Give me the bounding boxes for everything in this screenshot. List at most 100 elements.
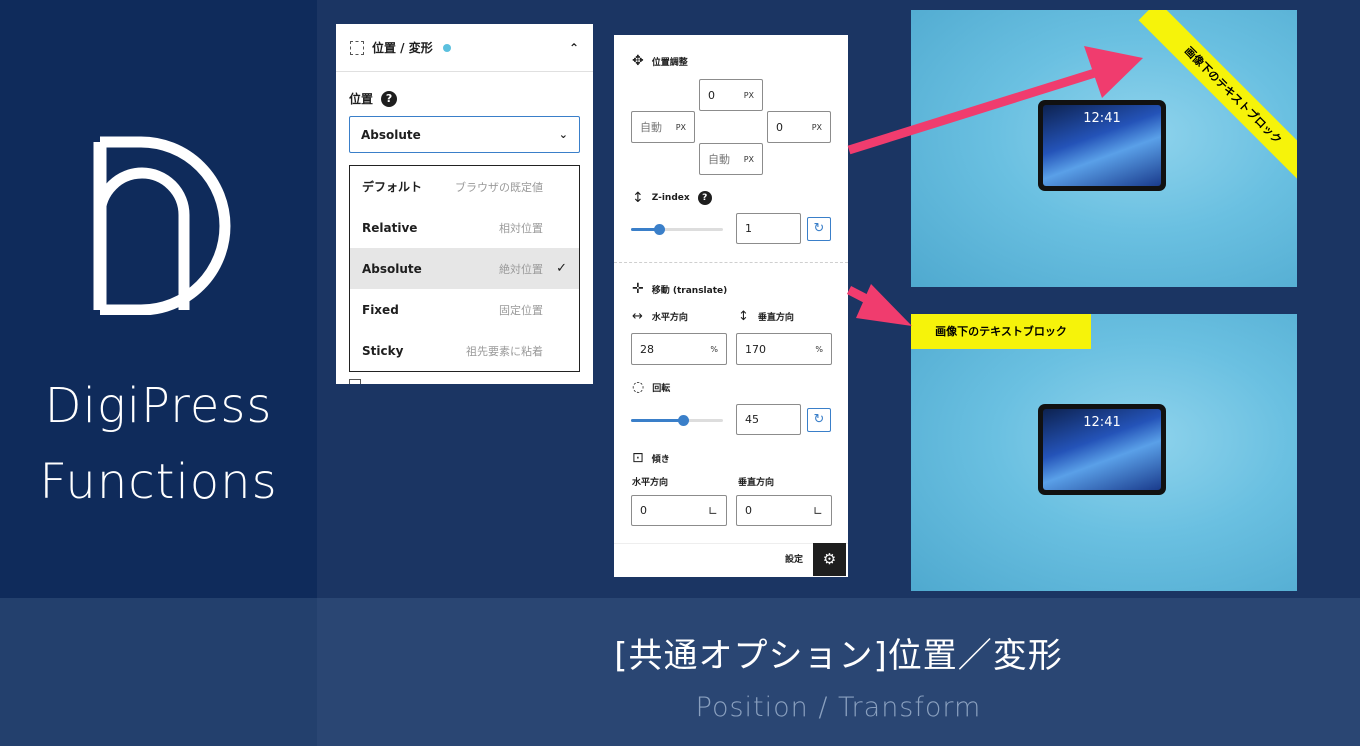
option-label: デフォルト <box>362 180 423 194</box>
rotate-slider[interactable] <box>631 415 723 426</box>
section-divider <box>614 262 848 263</box>
chevron-down-icon: ⌄ <box>558 128 568 141</box>
translate-x-input[interactable]: 28 % <box>631 333 727 365</box>
option-desc: 相対位置 <box>499 221 543 235</box>
translate-horizontal-label: ↔ 水平方向 <box>632 309 688 324</box>
angle-icon: ∟ <box>812 503 823 518</box>
unit-label: PX <box>675 122 686 132</box>
brand-line-2: Functions <box>39 454 278 510</box>
tablet-clock: 12:41 <box>1083 111 1121 126</box>
caption-subtitle: Position / Transform <box>695 692 982 723</box>
vertical-arrows-icon: ↕ <box>632 190 644 206</box>
dotted-square-icon <box>350 40 364 55</box>
position-adjust-label: 位置調整 <box>651 57 688 68</box>
position-bottom-input[interactable]: 自動 PX <box>699 143 763 175</box>
preview-rotated: 12:41 画像下のテキストブロック <box>911 10 1297 287</box>
skew-horizontal-label: 水平方向 <box>632 478 669 488</box>
skew-y-input[interactable]: 0 ∟ <box>736 495 832 526</box>
rotate-value: 45 <box>745 413 759 426</box>
option-desc: ブラウザの既定値 <box>455 180 543 194</box>
position-label-text: 位置 <box>349 92 374 106</box>
vertical-arrows-icon: ↕ <box>738 309 749 324</box>
check-icon: ✓ <box>556 261 567 276</box>
option-relative[interactable]: Relative 相対位置 <box>350 207 579 248</box>
zindex-input[interactable]: 1 <box>736 213 801 244</box>
settings-label[interactable]: 設定 <box>785 552 803 565</box>
translate-x-value: 28 <box>640 342 654 356</box>
position-right-input[interactable]: 0 PX <box>767 111 831 143</box>
option-default[interactable]: デフォルト ブラウザの既定値 <box>350 166 579 207</box>
rotate-reset-button[interactable]: ↻ <box>807 408 831 432</box>
translate-title: ✛ 移動 (translate) <box>632 281 727 297</box>
zindex-reset-button[interactable]: ↻ <box>807 217 831 241</box>
position-bottom-value: 自動 <box>708 153 730 166</box>
tablet-clock: 12:41 <box>1083 415 1121 430</box>
brand-title: DigiPress Functions <box>0 368 317 520</box>
help-icon[interactable]: ? <box>697 191 712 205</box>
checkbox-icon <box>349 379 361 384</box>
move-cross-icon: ✛ <box>632 281 644 297</box>
position-dropdown: デフォルト ブラウザの既定値 Relative 相対位置 Absolute 絶対… <box>349 165 580 372</box>
position-top-value: 0 <box>708 88 715 102</box>
gear-icon[interactable]: ⚙ <box>813 543 846 576</box>
skew-icon: ⊡ <box>632 450 644 466</box>
option-label: Sticky <box>362 343 404 358</box>
skew-x-input[interactable]: 0 ∟ <box>631 495 727 526</box>
slider-fill <box>631 419 683 422</box>
translate-vertical-text: 垂直方向 <box>757 313 794 323</box>
brand-panel: DigiPress Functions <box>0 0 317 598</box>
tablet-screen: 12:41 <box>1043 105 1161 186</box>
text-block-tag: 画像下のテキストブロック <box>911 314 1091 349</box>
translate-horizontal-text: 水平方向 <box>651 313 688 323</box>
option-desc: 絶対位置 <box>499 262 543 276</box>
rotate-icon: ◌ <box>632 379 645 395</box>
position-select[interactable]: Absolute ⌄ <box>349 116 580 153</box>
zindex-value: 1 <box>745 222 752 235</box>
tablet-image: 12:41 <box>1038 404 1166 495</box>
translate-y-input[interactable]: 170 % <box>736 333 832 365</box>
caption-title: [共通オプション]位置／変形 <box>614 636 1063 676</box>
option-fixed[interactable]: Fixed 固定位置 <box>350 289 579 330</box>
translate-label: 移動 (translate) <box>651 285 728 296</box>
unit-label: % <box>815 344 823 354</box>
rotate-title: ◌ 回転 <box>632 379 670 395</box>
position-left-input[interactable]: 自動 PX <box>631 111 695 143</box>
horizontal-arrows-icon: ↔ <box>632 309 643 324</box>
panel-title: 位置 / 変形 <box>372 41 433 55</box>
unit-label: PX <box>811 122 822 132</box>
position-top-input[interactable]: 0 PX <box>699 79 763 111</box>
move-arrows-icon: ✥ <box>632 53 644 69</box>
caption-bar: [共通オプション]位置／変形 Position / Transform <box>0 598 1360 746</box>
unit-label: PX <box>743 154 754 164</box>
status-dot <box>442 43 451 52</box>
brand-line-1: DigiPress <box>44 378 273 434</box>
tablet-image: 12:41 <box>1038 100 1166 191</box>
option-label: Fixed <box>362 302 399 317</box>
position-label: 位置 ? <box>349 90 398 107</box>
transform-panel: ✥ 位置調整 0 PX 自動 PX 0 PX 自動 PX ↕ Z-index ?… <box>614 35 848 577</box>
preview-translated: 画像下のテキストブロック 12:41 <box>911 314 1297 591</box>
position-left-value: 自動 <box>640 121 662 134</box>
slider-thumb[interactable] <box>653 224 665 235</box>
slider-thumb[interactable] <box>677 415 689 426</box>
panel-header[interactable]: 位置 / 変形 ⌃ <box>336 24 593 72</box>
skew-label: 傾き <box>651 454 670 465</box>
tablet-screen: 12:41 <box>1043 409 1161 490</box>
translate-vertical-label: ↕ 垂直方向 <box>738 309 794 324</box>
skew-x-value: 0 <box>640 504 647 517</box>
zindex-slider[interactable] <box>631 224 723 235</box>
skew-y-value: 0 <box>745 504 752 517</box>
rotate-input[interactable]: 45 <box>736 404 801 435</box>
option-sticky[interactable]: Sticky 祖先要素に粘着 <box>350 330 579 371</box>
translate-y-value: 170 <box>745 342 766 356</box>
rotate-label: 回転 <box>652 383 671 394</box>
option-desc: 固定位置 <box>499 303 543 317</box>
option-absolute[interactable]: Absolute 絶対位置 ✓ <box>350 248 579 289</box>
help-icon[interactable]: ? <box>381 90 398 107</box>
unit-label: PX <box>743 90 754 100</box>
position-right-value: 0 <box>776 120 783 134</box>
zindex-label: Z-index <box>651 193 690 203</box>
chevron-up-icon[interactable]: ⌃ <box>569 41 579 55</box>
option-label: Relative <box>362 220 418 235</box>
unit-label: % <box>710 344 718 354</box>
